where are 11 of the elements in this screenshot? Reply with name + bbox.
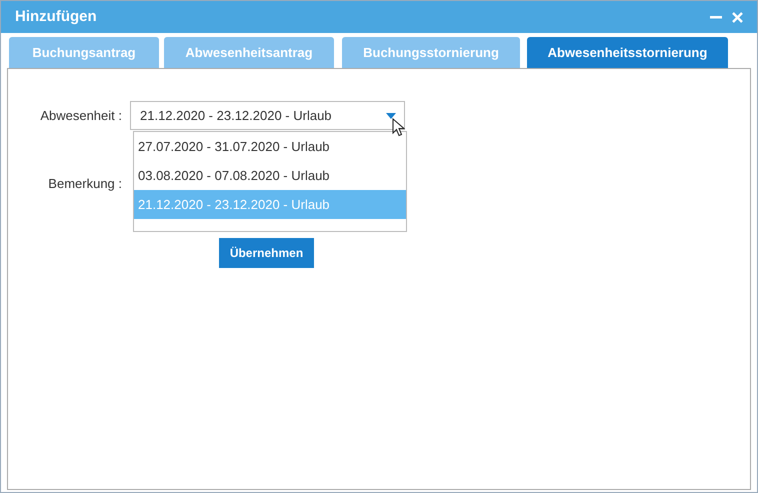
submit-button[interactable]: Übernehmen — [219, 238, 314, 268]
dropdown-option[interactable]: 03.08.2020 - 07.08.2020 - Urlaub — [134, 161, 406, 190]
absence-label: Abwesenheit : — [39, 106, 123, 125]
window-title: Hinzufügen — [15, 6, 97, 27]
dropdown-option[interactable]: 27.07.2020 - 31.07.2020 - Urlaub — [134, 132, 406, 161]
dropdown-option[interactable]: 21.12.2020 - 23.12.2020 - Urlaub — [134, 190, 406, 219]
dropdown-arrow-icon — [386, 112, 396, 118]
remark-label: Bemerkung : — [47, 175, 123, 193]
close-icon[interactable] — [732, 12, 743, 22]
tab[interactable]: Abwesenheitsstornierung — [527, 37, 728, 68]
absence-select[interactable]: 21.12.2020 - 23.12.2020 - Urlaub — [130, 101, 405, 130]
